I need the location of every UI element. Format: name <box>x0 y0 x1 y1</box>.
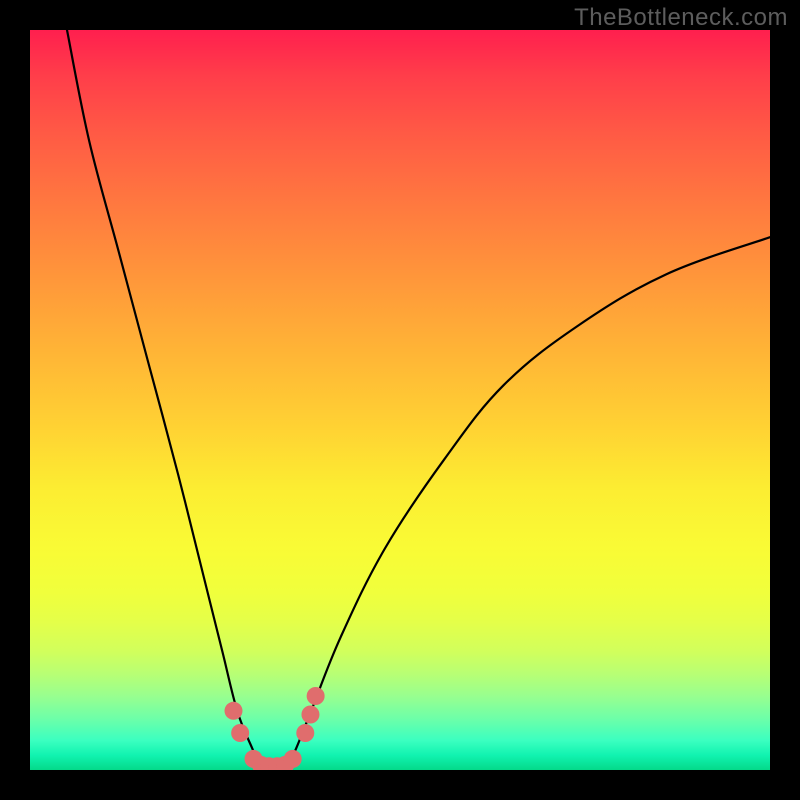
bottleneck-curve-path <box>67 30 770 770</box>
plot-area <box>30 30 770 770</box>
highlight-marker <box>307 687 325 705</box>
highlight-marker <box>284 750 302 768</box>
highlight-marker <box>225 702 243 720</box>
chart-frame: TheBottleneck.com <box>0 0 800 800</box>
highlight-marker <box>296 724 314 742</box>
highlight-marker <box>301 706 319 724</box>
watermark-text: TheBottleneck.com <box>574 4 788 32</box>
chart-overlay <box>30 30 770 770</box>
highlight-marker <box>231 724 249 742</box>
highlight-markers <box>225 687 325 770</box>
